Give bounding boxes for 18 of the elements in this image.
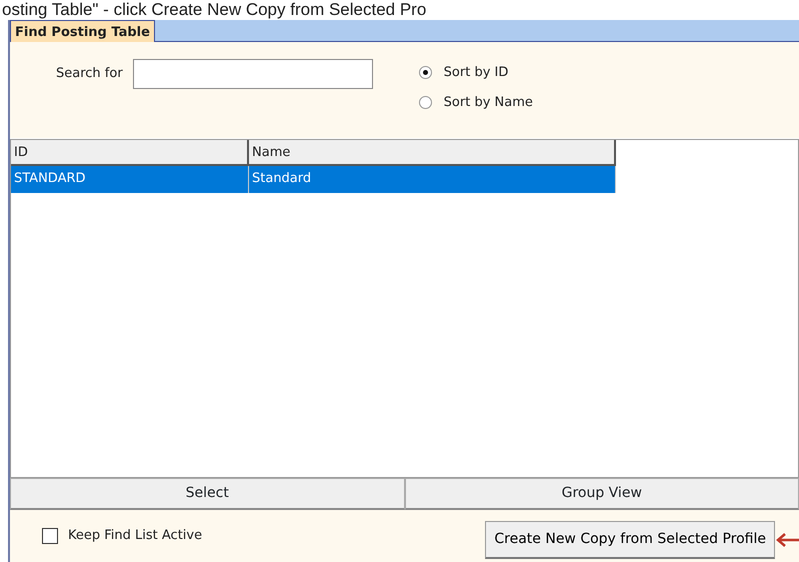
radio-label: Sort by Name bbox=[444, 94, 533, 112]
radio-button[interactable] bbox=[418, 66, 432, 80]
table-cell[interactable]: STANDARD bbox=[11, 166, 249, 193]
checkbox[interactable] bbox=[42, 528, 58, 544]
tab[interactable]: Find Posting Table bbox=[10, 20, 155, 42]
action-button[interactable]: Select bbox=[10, 478, 404, 510]
radio-label: Sort by ID bbox=[444, 64, 508, 82]
action-button[interactable]: Group View bbox=[404, 478, 799, 510]
radio-button[interactable] bbox=[418, 96, 432, 109]
caption-text: osting Table" - click Create New Copy from Selected Pro bbox=[1, 0, 428, 20]
arrow-icon bbox=[775, 532, 799, 548]
search-label: Search for bbox=[56, 65, 123, 83]
column-header[interactable]: ID bbox=[11, 140, 249, 166]
column-header[interactable]: Name bbox=[249, 140, 616, 166]
checkbox-label: Keep Find List Active bbox=[68, 527, 202, 546]
create-copy-button[interactable]: Create New Copy from Selected Profile bbox=[485, 521, 775, 559]
search-field[interactable] bbox=[132, 59, 373, 89]
table-cell[interactable]: Standard bbox=[249, 166, 616, 193]
